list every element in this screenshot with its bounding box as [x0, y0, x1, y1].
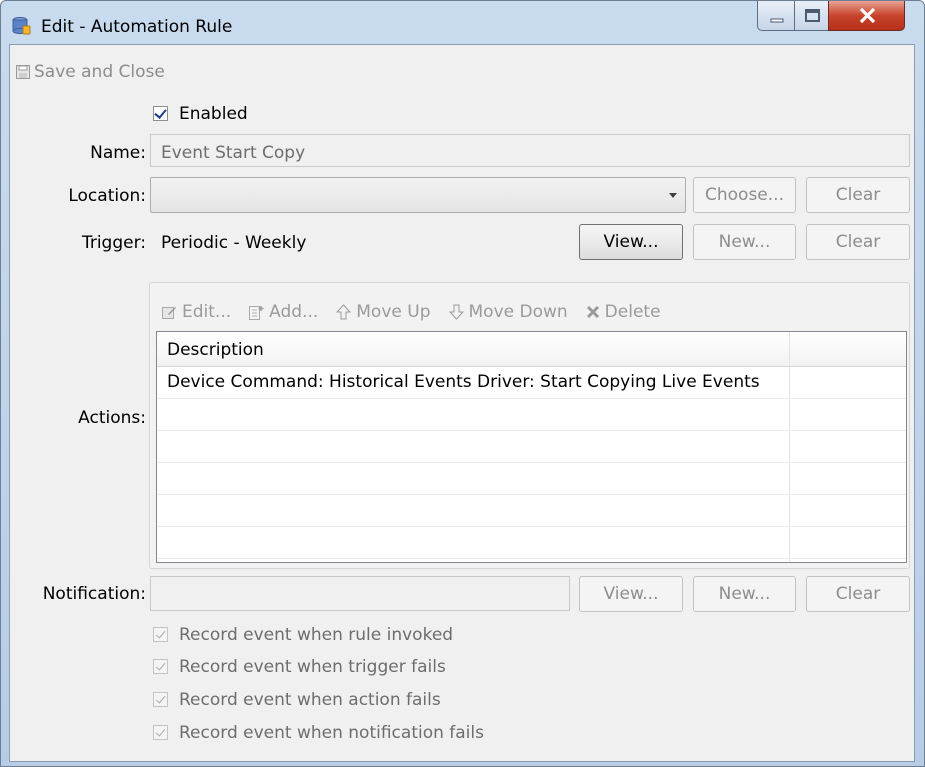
minimize-button[interactable] [757, 1, 795, 31]
action-delete-label: Delete [604, 302, 661, 322]
table-row[interactable] [157, 495, 906, 527]
column-header-extra[interactable] [790, 332, 906, 366]
floppy-disk-icon [16, 65, 30, 79]
table-row[interactable] [157, 399, 906, 431]
actions-table: Description Device Command: Historical E… [156, 331, 907, 563]
trigger-label: Trigger: [81, 233, 146, 253]
maximize-button[interactable] [794, 1, 829, 31]
action-delete-button[interactable]: Delete [586, 302, 661, 322]
minimize-icon [770, 18, 784, 23]
column-header-description[interactable]: Description [157, 332, 789, 366]
table-row[interactable]: Device Command: Historical Events Driver… [157, 367, 906, 399]
enabled-checkbox[interactable] [153, 106, 168, 121]
record-action-fails-checkbox[interactable] [153, 692, 168, 707]
record-trigger-fails-label: Record event when trigger fails [179, 657, 446, 677]
actions-toolbar: Edit... Add... Move Up Move Down Delete [162, 302, 661, 322]
actions-label: Actions: [78, 408, 146, 428]
table-header: Description [157, 332, 906, 367]
record-rule-invoked-checkbox[interactable] [153, 627, 168, 642]
trigger-value: Periodic - Weekly [161, 233, 307, 253]
record-trigger-fails-checkbox[interactable] [153, 659, 168, 674]
notification-label: Notification: [42, 584, 146, 604]
arrow-up-icon [336, 304, 352, 320]
trigger-new-button[interactable]: New... [693, 224, 796, 260]
arrow-down-icon [448, 304, 464, 320]
location-label: Location: [68, 186, 146, 206]
record-action-fails-label: Record event when action fails [179, 690, 441, 710]
edit-icon [162, 306, 176, 319]
table-row[interactable] [157, 463, 906, 495]
trigger-clear-button[interactable]: Clear [806, 224, 910, 260]
record-rule-invoked-label: Record event when rule invoked [179, 625, 454, 645]
enabled-label: Enabled [179, 104, 248, 124]
table-cell: Device Command: Historical Events Driver… [167, 372, 760, 392]
save-and-close-label: Save and Close [34, 62, 165, 82]
notification-view-button[interactable]: View... [579, 576, 683, 612]
maximize-icon [805, 9, 820, 22]
trigger-view-button[interactable]: View... [579, 224, 683, 260]
save-and-close-button[interactable]: Save and Close [16, 62, 165, 82]
action-edit-button[interactable]: Edit... [162, 302, 231, 322]
notification-new-button[interactable]: New... [693, 576, 796, 612]
location-clear-button[interactable]: Clear [806, 177, 910, 213]
database-icon [12, 17, 31, 35]
window-title: Edit - Automation Rule [41, 17, 233, 37]
location-choose-button[interactable]: Choose... [693, 177, 796, 213]
close-button[interactable] [828, 1, 905, 31]
record-notification-fails-label: Record event when notification fails [179, 723, 484, 743]
name-field[interactable]: Event Start Copy [150, 134, 910, 167]
action-move-down-button[interactable]: Move Down [448, 302, 568, 322]
close-icon [859, 7, 876, 24]
table-row[interactable] [157, 527, 906, 559]
name-label: Name: [90, 143, 146, 163]
notification-field[interactable] [150, 576, 570, 611]
action-move-down-label: Move Down [468, 302, 568, 322]
title-bar: Edit - Automation Rule [1, 1, 924, 45]
table-row[interactable] [157, 431, 906, 463]
action-move-up-label: Move Up [356, 302, 431, 322]
add-icon [249, 305, 264, 320]
location-dropdown[interactable] [150, 177, 686, 213]
action-add-button[interactable]: Add... [249, 302, 318, 322]
action-add-label: Add... [269, 302, 319, 322]
record-notification-fails-checkbox[interactable] [153, 725, 168, 740]
delete-icon [586, 305, 599, 319]
notification-clear-button[interactable]: Clear [806, 576, 910, 612]
chevron-down-icon [669, 193, 677, 198]
action-move-up-button[interactable]: Move Up [336, 302, 431, 322]
action-edit-label: Edit... [182, 302, 232, 322]
